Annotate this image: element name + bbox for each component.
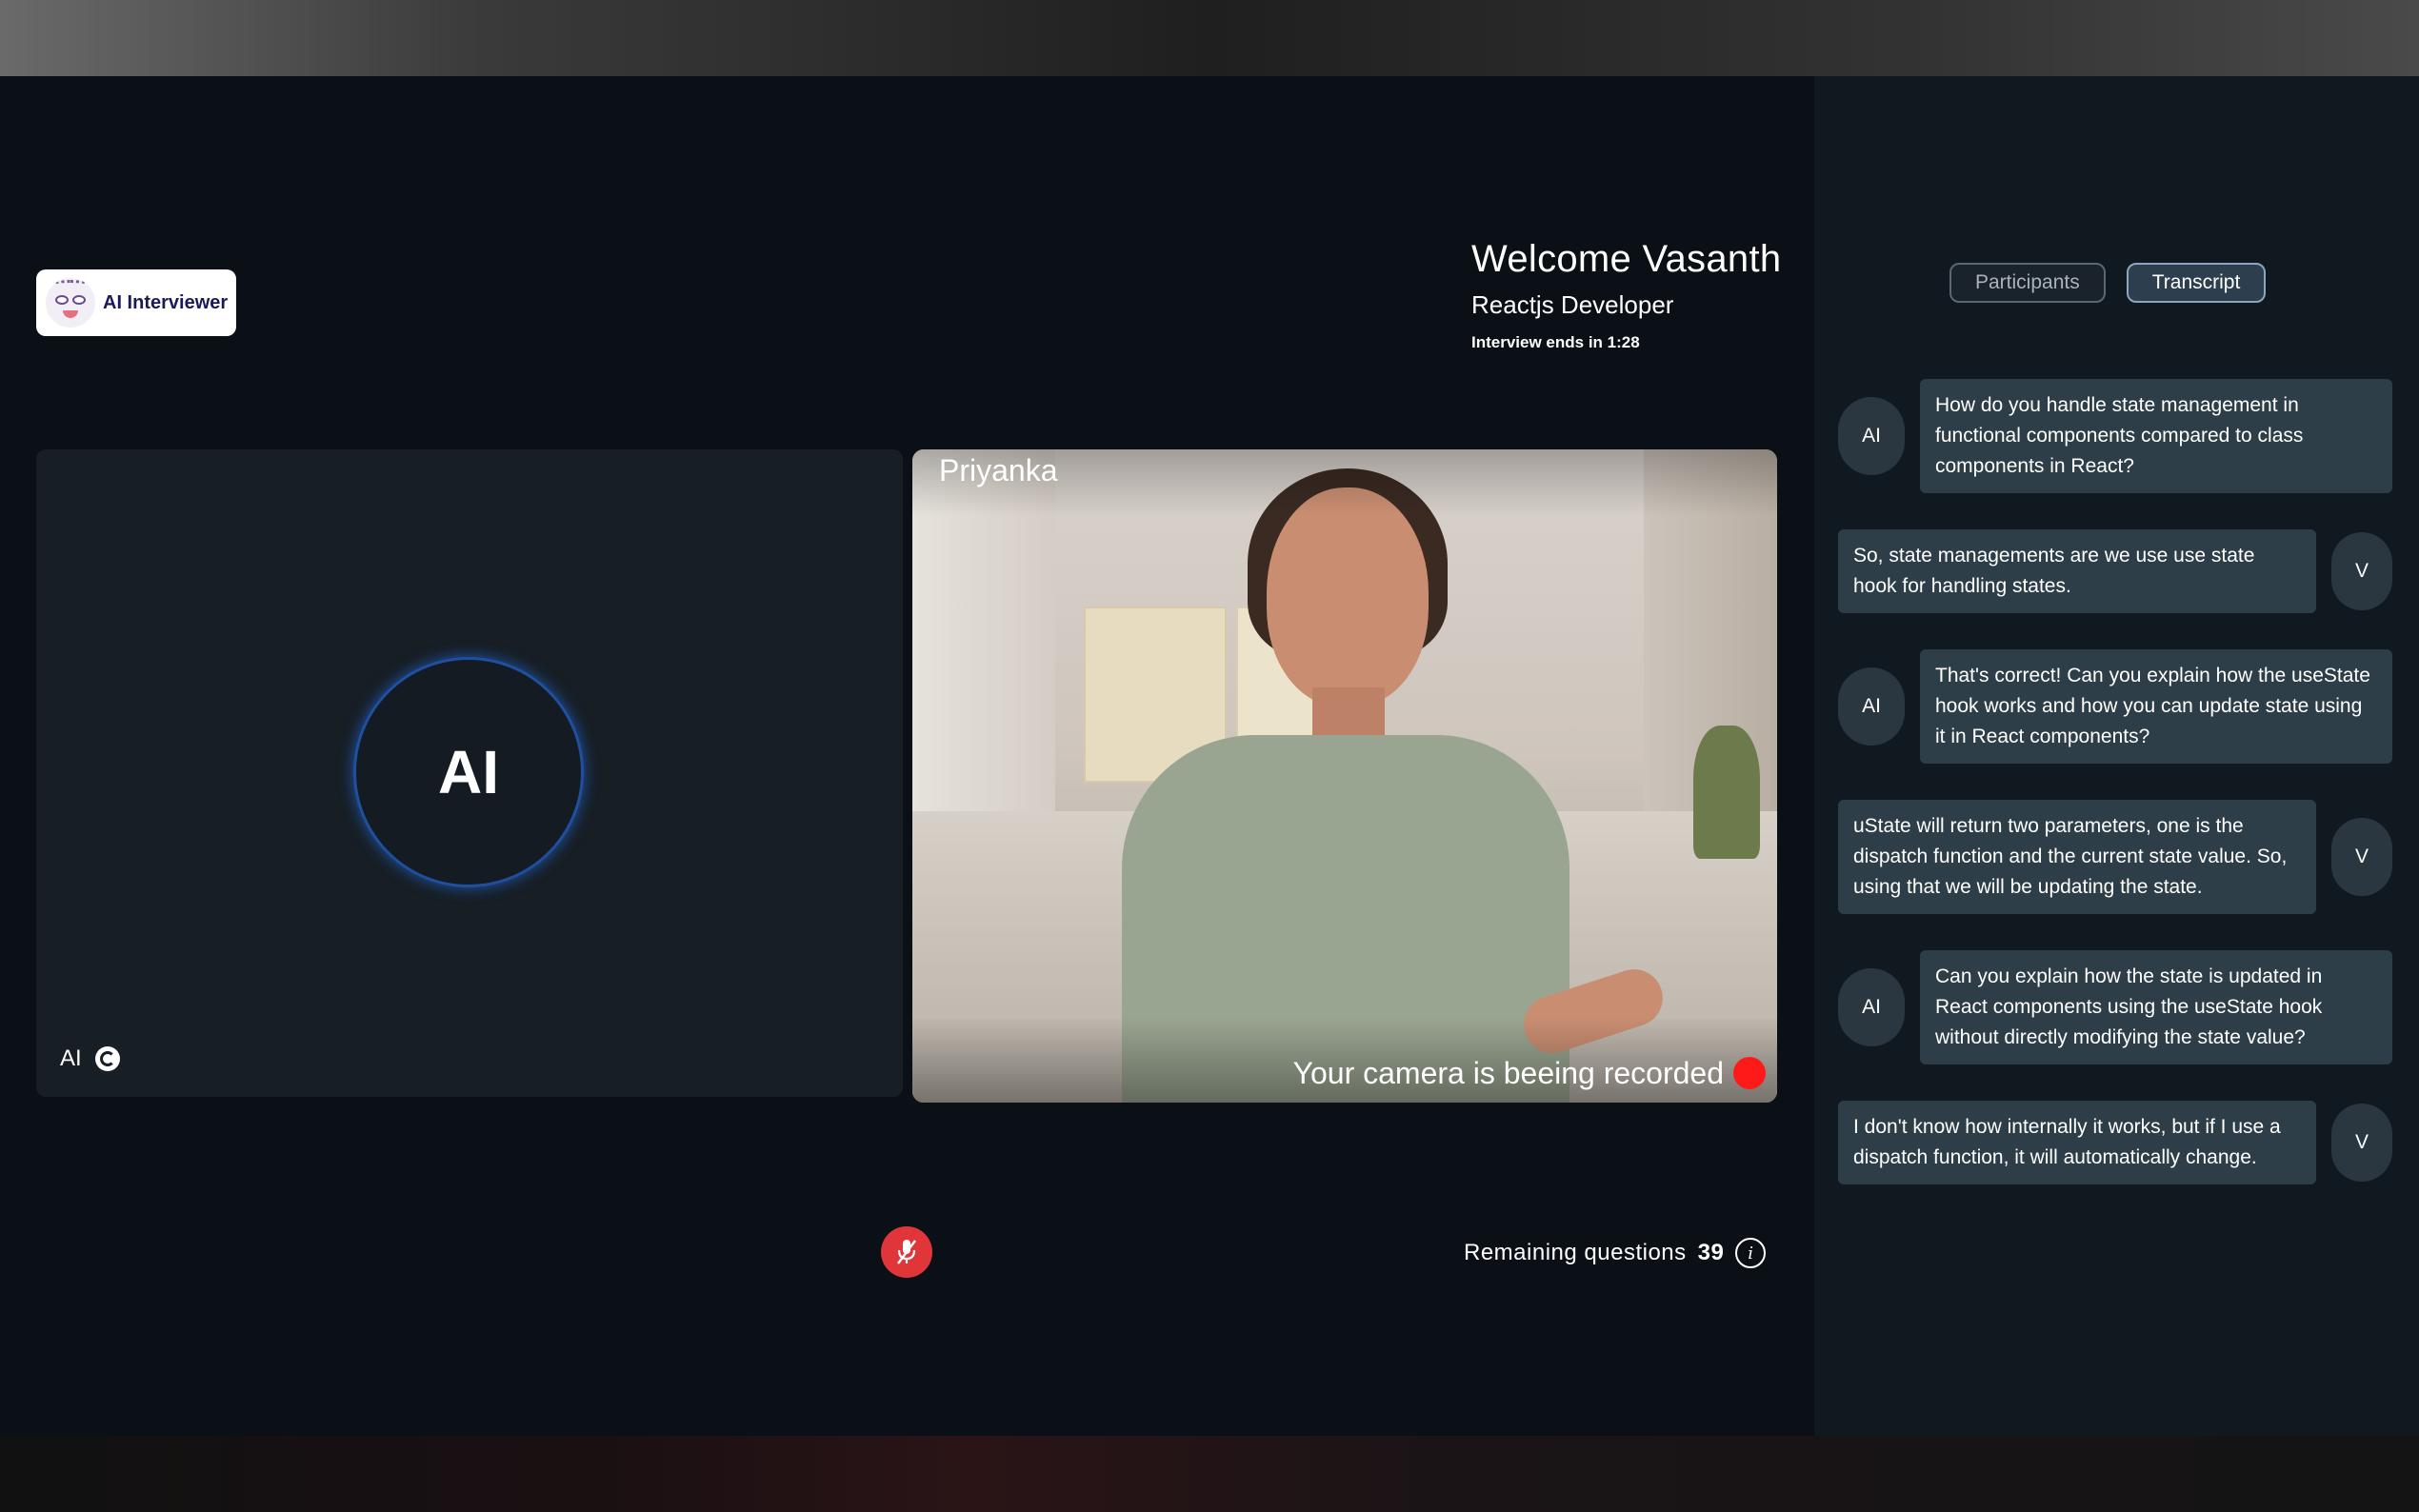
message-bubble: How do you handle state management in fu… <box>1920 379 2392 493</box>
transcript-message: I don't know how internally it works, bu… <box>1838 1101 2392 1184</box>
speaking-indicator-icon <box>94 1046 120 1071</box>
message-bubble: I don't know how internally it works, bu… <box>1838 1101 2316 1184</box>
job-role: Reactjs Developer <box>1471 290 1674 319</box>
mic-off-icon <box>897 1240 916 1264</box>
tab-participants[interactable]: Participants <box>1949 263 2106 303</box>
speaker-avatar: V <box>2331 818 2392 896</box>
speaker-avatar: AI <box>1838 667 1905 746</box>
interview-timer: Interview ends in 1:28 <box>1471 333 1640 351</box>
bottom-bar <box>0 1436 2419 1512</box>
message-bubble: uState will return two parameters, one i… <box>1838 800 2316 914</box>
transcript-list: AI How do you handle state management in… <box>1838 379 2392 1221</box>
welcome-header: Welcome Vasanth Reactjs Developer Interv… <box>1471 238 1781 352</box>
candidate-video-tile: Priyanka Your camera is beeing recorded <box>912 449 1777 1103</box>
speaker-avatar: V <box>2331 1104 2392 1182</box>
transcript-message: So, state managements are we use use sta… <box>1838 529 2392 613</box>
speaker-avatar: AI <box>1838 397 1905 475</box>
sidebar-tabs: Participants Transcript <box>1949 263 2267 303</box>
mic-toggle-button[interactable] <box>881 1226 932 1278</box>
ai-name: AI <box>60 1045 82 1071</box>
logo-icon <box>46 278 95 328</box>
ai-tile-label: AI <box>60 1045 120 1072</box>
ai-avatar: AI <box>353 657 584 887</box>
message-bubble: So, state managements are we use use sta… <box>1838 529 2316 613</box>
welcome-title: Welcome Vasanth <box>1471 238 1782 280</box>
recording-notice: Your camera is beeing recorded <box>1292 1056 1724 1090</box>
message-bubble: Can you explain how the state is updated… <box>1920 950 2392 1064</box>
remaining-label: Remaining questions <box>1464 1240 1687 1265</box>
transcript-message: AI How do you handle state management in… <box>1838 379 2392 493</box>
remaining-questions: Remaining questions 39 i <box>1464 1238 1767 1268</box>
logo-text: AI Interviewer <box>103 291 229 313</box>
ai-participant-tile: AI AI <box>36 449 903 1097</box>
speaker-avatar: AI <box>1838 968 1905 1046</box>
record-dot-icon <box>1733 1057 1766 1089</box>
transcript-message: uState will return two parameters, one i… <box>1838 800 2392 914</box>
video-participant-name: Priyanka <box>939 453 1058 487</box>
speaker-avatar: V <box>2331 532 2392 610</box>
remaining-count: 39 <box>1697 1240 1725 1265</box>
app-logo: AI Interviewer <box>36 269 236 336</box>
transcript-message: AI Can you explain how the state is upda… <box>1838 950 2392 1064</box>
tab-transcript[interactable]: Transcript <box>2126 263 2267 303</box>
top-bar <box>0 0 2419 76</box>
info-icon[interactable]: i <box>1735 1238 1767 1268</box>
transcript-message: AI That's correct! Can you explain how t… <box>1838 649 2392 764</box>
message-bubble: That's correct! Can you explain how the … <box>1920 649 2392 764</box>
